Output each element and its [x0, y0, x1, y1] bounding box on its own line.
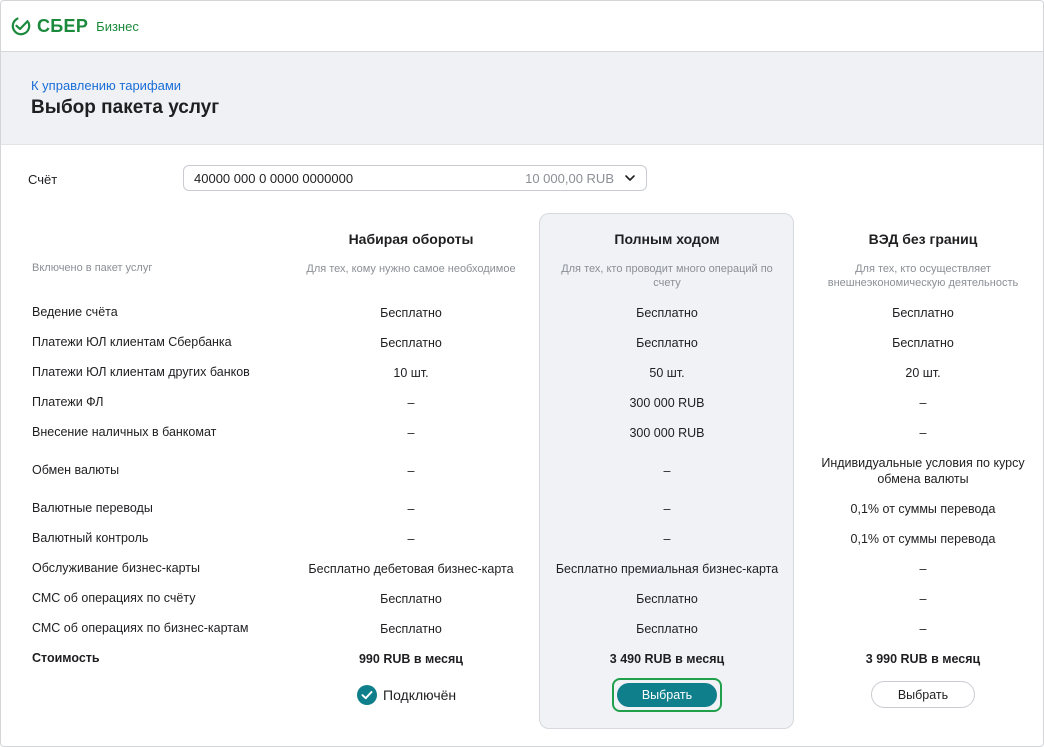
table-cell: –	[663, 464, 671, 478]
account-label: Счёт	[28, 172, 58, 187]
table-cell: Бесплатно	[636, 336, 698, 350]
plan-subtitle-2: Для тех, кто проводит много операций по …	[561, 263, 773, 289]
table-cell: –	[407, 532, 415, 546]
chevron-down-icon	[625, 175, 635, 181]
check-circle-icon	[357, 685, 377, 705]
included-label: Включено в пакет услуг	[32, 262, 153, 274]
table-cell: –	[663, 532, 671, 546]
account-balance: 10 000,00 RUB	[525, 170, 614, 186]
table-cell: –	[919, 426, 927, 440]
brand-sub: Бизнес	[96, 18, 139, 34]
row-label: Платежи ФЛ	[32, 395, 104, 409]
table-cell: 10 шт.	[393, 366, 429, 380]
table-cell: 300 000 RUB	[629, 396, 705, 410]
connected-label: Подключён	[383, 687, 457, 703]
table-cell: 20 шт.	[905, 366, 941, 380]
table-cell: 3 990 RUB в месяц	[865, 652, 981, 666]
plan-title-2: Полным ходом	[614, 231, 720, 247]
table-cell: 300 000 RUB	[629, 426, 705, 440]
table-cell: Бесплатно дебетовая бизнес-карта	[308, 562, 514, 576]
top-bar: СБЕР Бизнес	[1, 1, 1043, 52]
plan-subtitle-1: Для тех, кому нужно самое необходимое	[306, 263, 516, 275]
brand-logo[interactable]: СБЕР Бизнес	[11, 16, 139, 37]
choose-button-focus-ring: Выбрать	[612, 678, 722, 712]
table-cell: Бесплатно	[380, 622, 442, 636]
account-select[interactable]: 40000 000 0 0000 0000000 10 000,00 RUB	[183, 165, 647, 191]
row-label: Обслуживание бизнес-карты	[32, 561, 201, 575]
choose-plan-2-button[interactable]: Выбрать	[617, 683, 717, 707]
table-cell: Бесплатно	[636, 306, 698, 320]
row-label: Платежи ЮЛ клиентам других банков	[32, 365, 250, 379]
app-frame: СБЕР Бизнес К управлению тарифами Выбор …	[0, 0, 1044, 747]
table-cell: Бесплатно премиальная бизнес-карта	[555, 562, 779, 576]
row-label: Валютный контроль	[32, 531, 149, 545]
table-cell: Индивидуальные условия по курсу обмена в…	[821, 456, 1025, 486]
table-cell: –	[407, 502, 415, 516]
table-cell: –	[407, 464, 415, 478]
choose-plan-3-button[interactable]: Выбрать	[871, 681, 975, 708]
sber-logo-icon	[11, 16, 31, 36]
row-label: Платежи ЮЛ клиентам Сбербанка	[32, 335, 232, 349]
account-number: 40000 000 0 0000 0000000	[194, 170, 354, 186]
table-cell: 990 RUB в месяц	[358, 652, 463, 666]
table-cell: 0,1% от суммы перевода	[850, 502, 996, 516]
table-cell: –	[919, 396, 927, 410]
connected-status: Подключён	[357, 685, 456, 705]
row-label: СМС об операциях по счёту	[32, 591, 196, 605]
table-cell: 3 490 RUB в месяц	[609, 652, 725, 666]
table-cell: Бесплатно	[636, 622, 698, 636]
table-cell: Бесплатно	[380, 592, 442, 606]
back-link[interactable]: К управлению тарифами	[31, 78, 181, 93]
plan-subtitle-3: Для тех, кто осуществляет внешнеэкономич…	[827, 263, 1019, 289]
plan-title-1: Набирая обороты	[348, 231, 474, 247]
row-label: Внесение наличных в банкомат	[32, 425, 217, 439]
table-cell: –	[663, 502, 671, 516]
table-cell: 50 шт.	[649, 366, 685, 380]
page-title: Выбор пакета услуг	[31, 97, 220, 118]
row-label: Ведение счёта	[32, 305, 118, 319]
table-cell: –	[407, 396, 415, 410]
brand-name: СБЕР	[37, 15, 89, 36]
table-cell: Бесплатно	[892, 306, 954, 320]
table-cell: Бесплатно	[380, 336, 442, 350]
table-cell: Бесплатно	[636, 592, 698, 606]
page-header: К управлению тарифами Выбор пакета услуг	[1, 52, 1043, 145]
table-cell: Бесплатно	[892, 336, 954, 350]
row-label: Обмен валюты	[32, 463, 120, 477]
table-cell: –	[919, 622, 927, 636]
row-label: СМС об операциях по бизнес-картам	[32, 621, 249, 635]
row-label: Стоимость	[32, 651, 100, 665]
table-cell: –	[919, 592, 927, 606]
table-cell: Бесплатно	[380, 306, 442, 320]
table-cell: 0,1% от суммы перевода	[850, 532, 996, 546]
table-cell: –	[407, 426, 415, 440]
table-cell: –	[919, 562, 927, 576]
row-label: Валютные переводы	[32, 501, 153, 515]
plan-title-3: ВЭД без границ	[868, 231, 978, 247]
